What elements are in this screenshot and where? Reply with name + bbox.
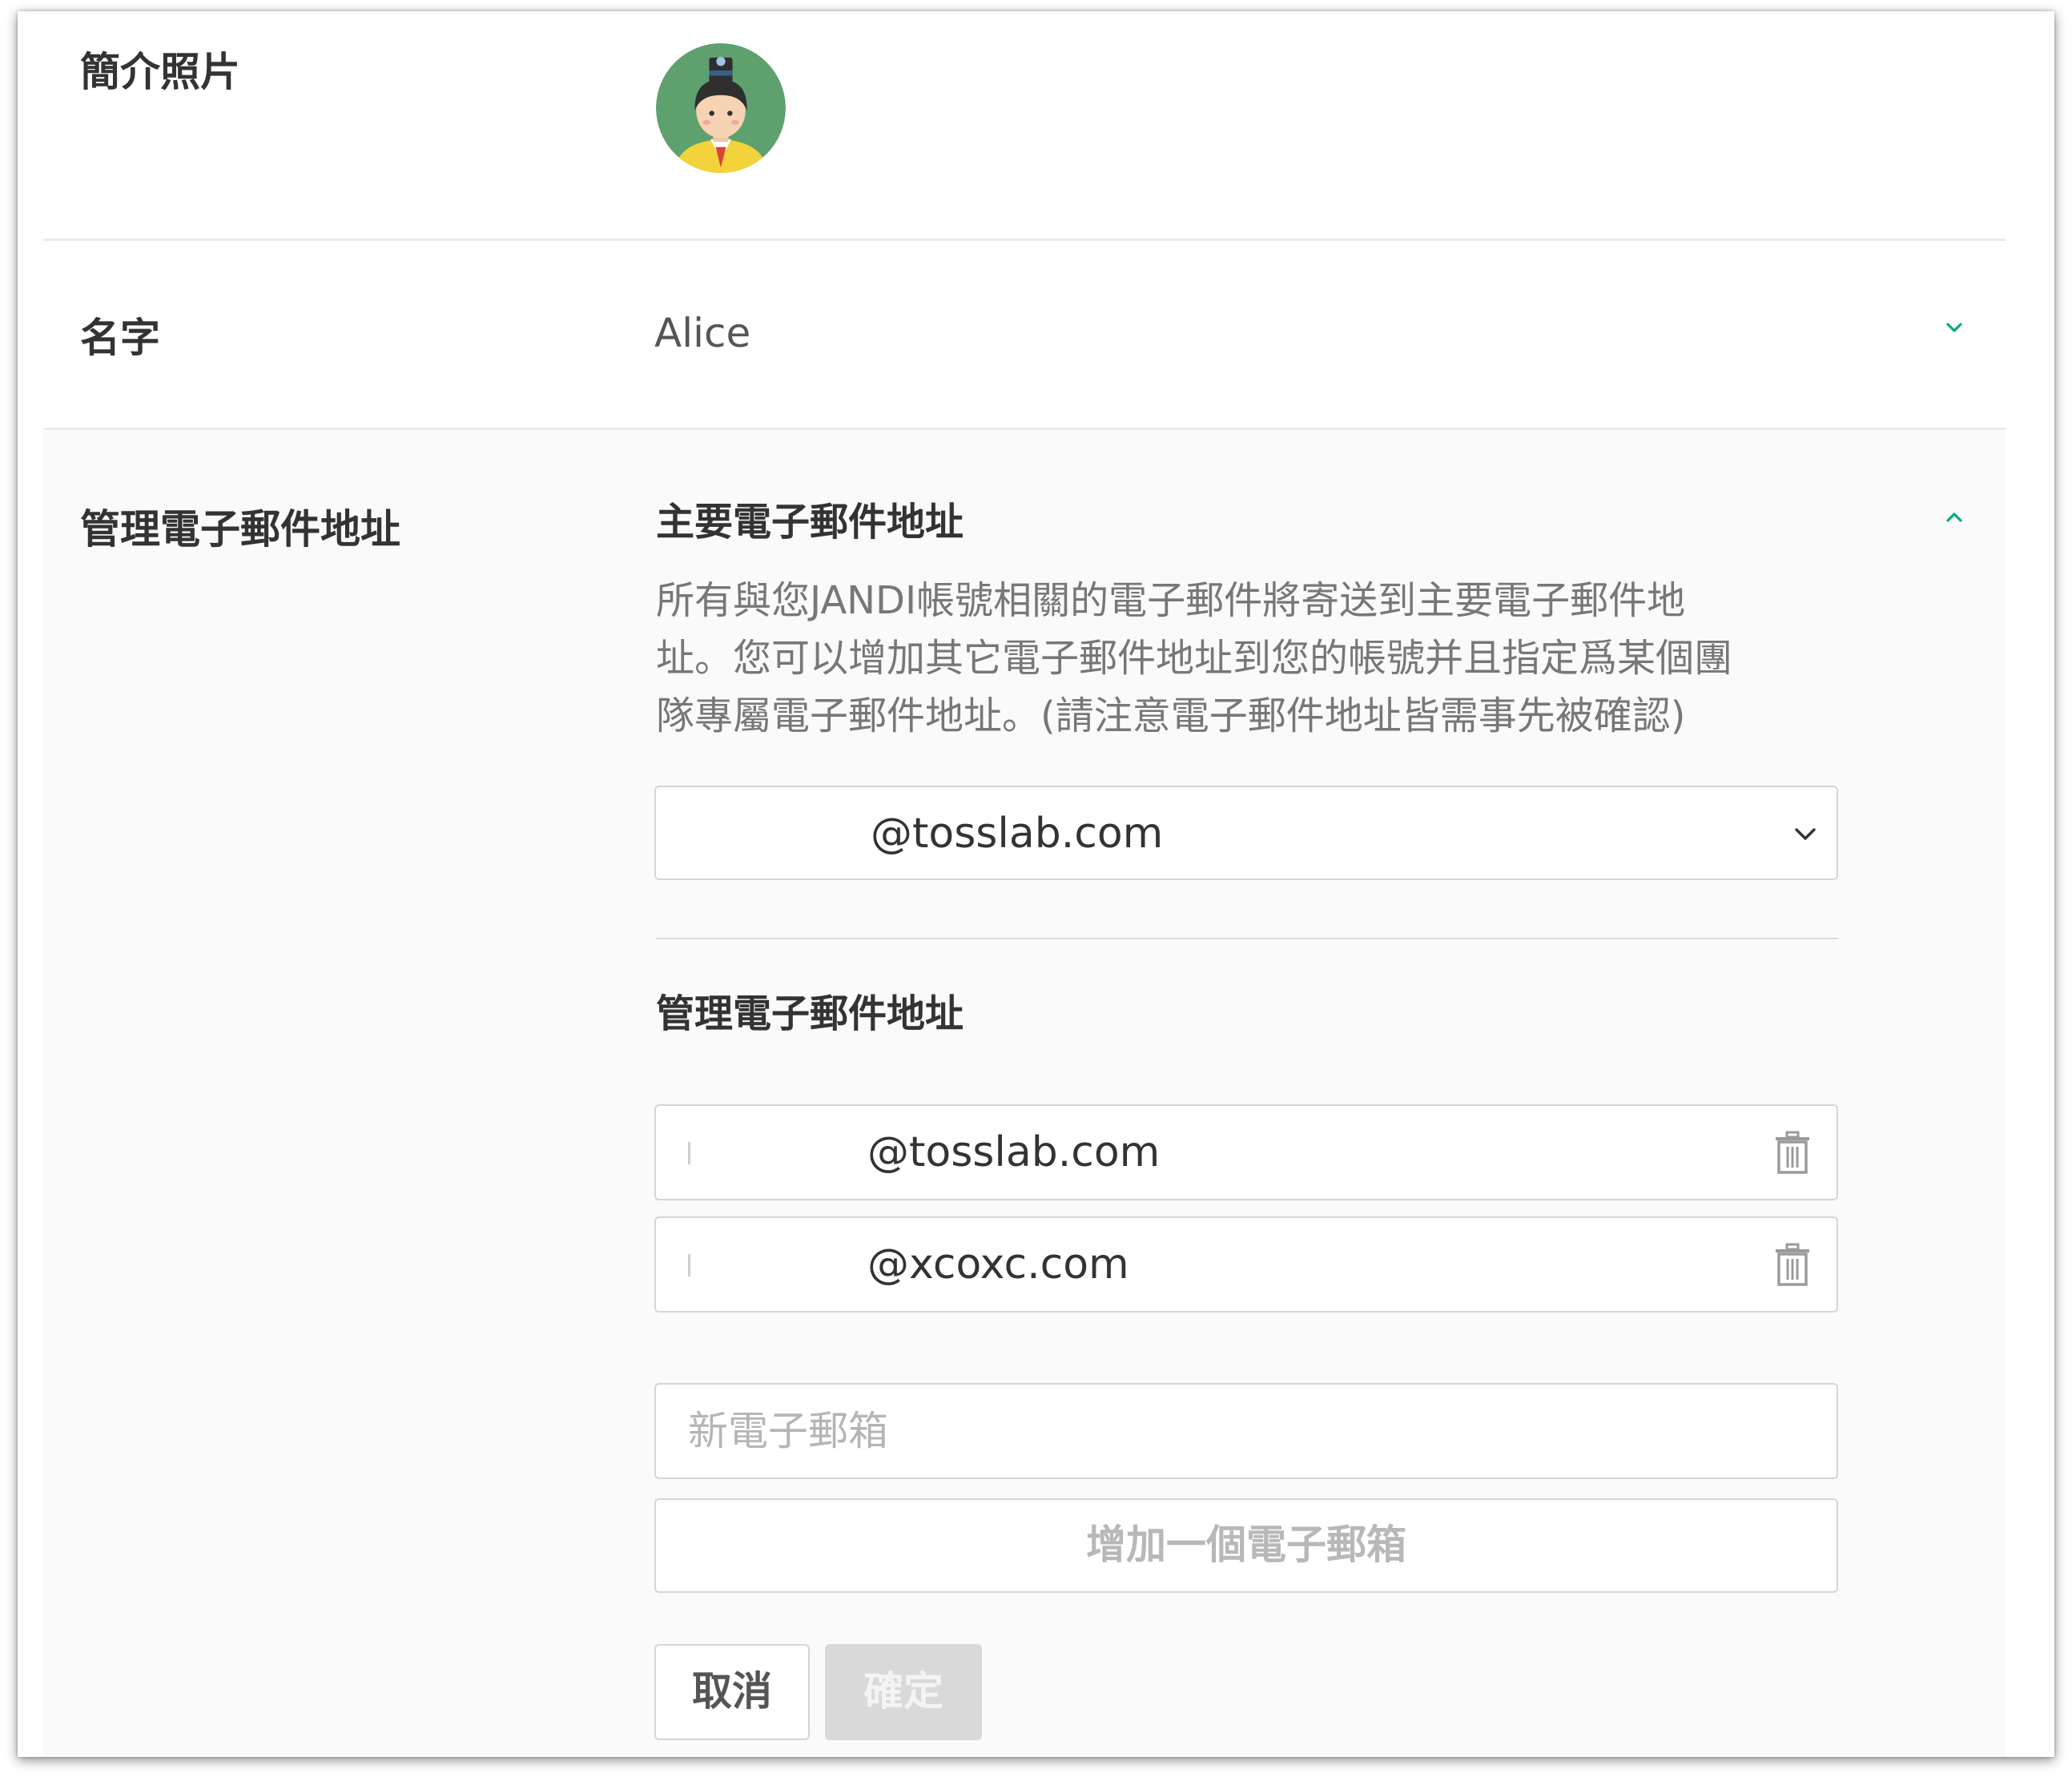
chevron-down-icon: [1795, 828, 1816, 840]
email-address: @tosslab.com: [867, 1128, 1161, 1176]
description-line: 隊專屬電子郵件地址。(請注意電子郵件地址皆需事先被確認): [656, 694, 1686, 738]
description-line: 址。您可以增加其它電子郵件地址到您的帳號并且指定爲某個團: [656, 636, 1733, 681]
section-divider: [656, 938, 1838, 939]
email-list-item: @tosslab.com: [654, 1104, 1838, 1200]
divider: [43, 239, 2006, 241]
primary-email-selected-value: @tosslab.com: [871, 810, 1164, 858]
description-line: 所有與您JANDI帳號相關的電子郵件將寄送到主要電子郵件地: [656, 578, 1686, 623]
text-cursor: [688, 1142, 690, 1164]
manage-emails-title: 管理電子郵件地址: [656, 991, 964, 1036]
email-address: @xcoxc.com: [867, 1240, 1129, 1289]
profile-settings-panel: 簡介照片 名字 Alice 管理電子郵件地址 主要電子郵件地址 所有與您JAND…: [18, 11, 2054, 1757]
primary-email-select[interactable]: @tosslab.com: [654, 786, 1838, 880]
cancel-button[interactable]: 取消: [654, 1644, 810, 1740]
add-email-button[interactable]: 增加一個電子郵箱: [654, 1498, 1838, 1593]
divider: [43, 428, 2006, 430]
avatar[interactable]: [656, 43, 786, 173]
name-value: Alice: [654, 310, 751, 356]
trash-icon[interactable]: [1772, 1242, 1812, 1287]
profile-photo-label: 簡介照片: [80, 49, 240, 95]
trash-icon[interactable]: [1772, 1130, 1812, 1175]
primary-email-description: 所有與您JANDI帳號相關的電子郵件將寄送到主要電子郵件地 址。您可以增加其它電…: [656, 572, 1825, 745]
name-label: 名字: [80, 315, 160, 361]
email-management-label: 管理電子郵件地址: [80, 506, 400, 553]
new-email-input[interactable]: [654, 1383, 1838, 1479]
text-cursor: [688, 1254, 690, 1276]
primary-email-title: 主要電子郵件地址: [656, 500, 964, 545]
confirm-button[interactable]: 確定: [825, 1644, 982, 1740]
chevron-down-icon[interactable]: [1943, 316, 1965, 339]
chevron-up-icon[interactable]: [1943, 506, 1965, 529]
email-list-item: @xcoxc.com: [654, 1216, 1838, 1313]
